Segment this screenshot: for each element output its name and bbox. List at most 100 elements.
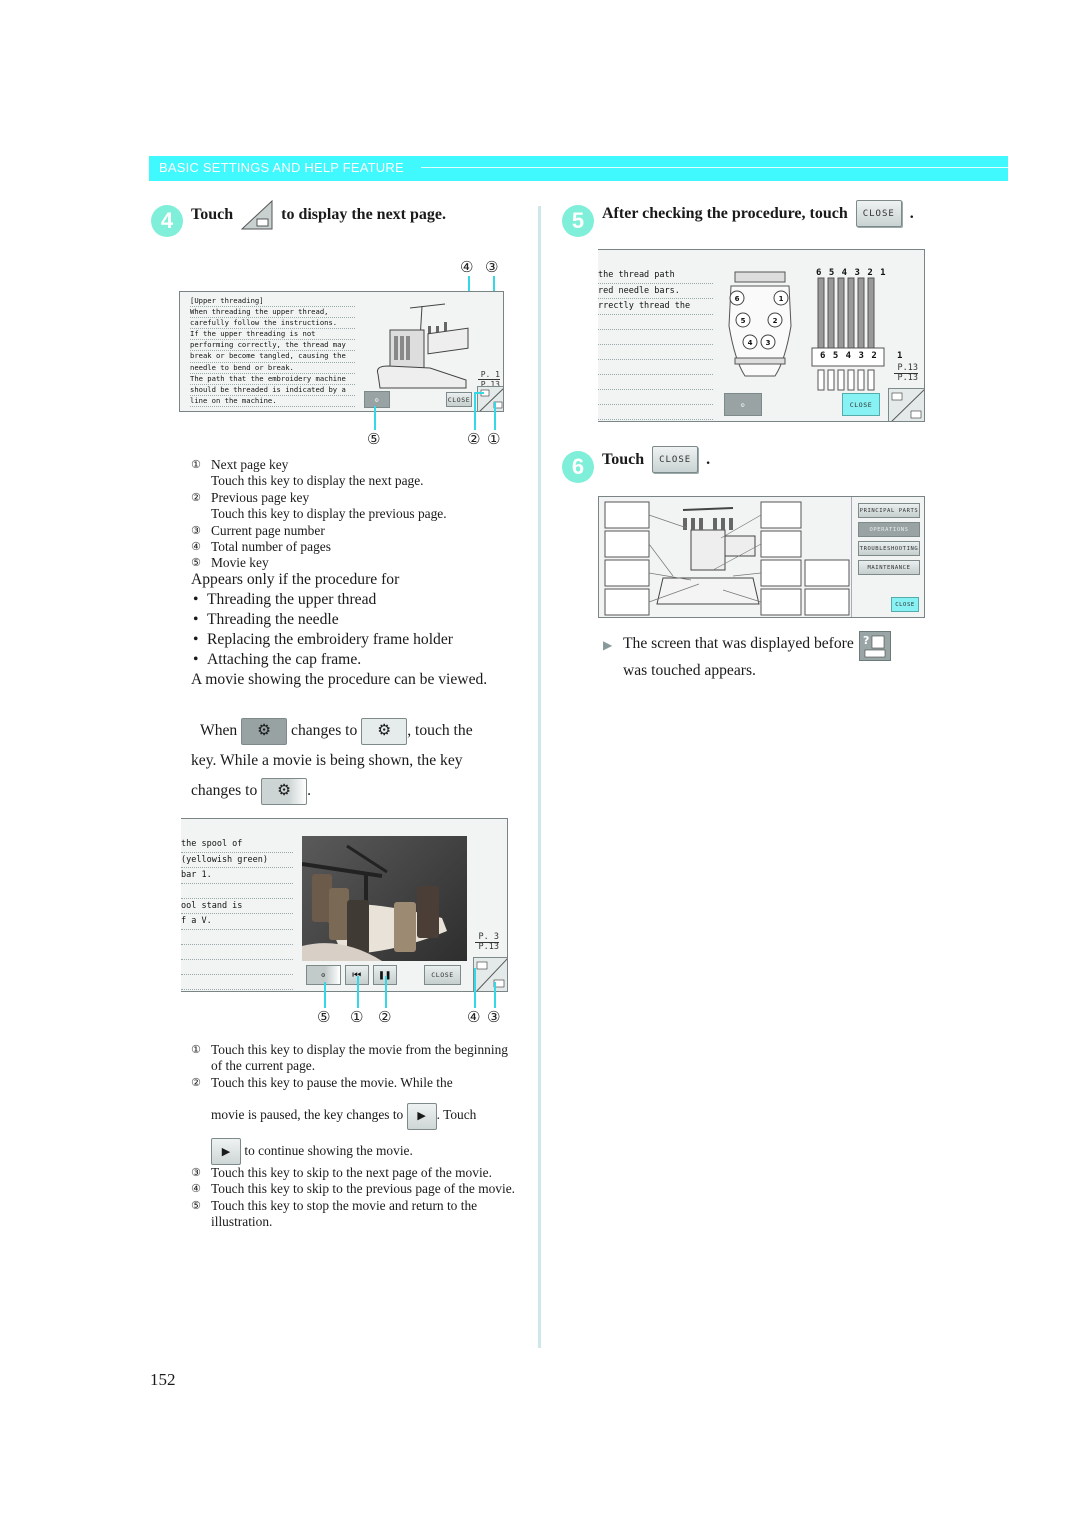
step-6-result: ▶ The screen that was displayed before ?…	[603, 631, 928, 681]
callout-1: ①	[350, 1008, 364, 1026]
help-screen-upper-threading: [Upper threading] When threading the upp…	[179, 291, 504, 412]
legend-text: Touch this key to skip to the next page …	[211, 1165, 492, 1181]
movie-video-frame	[301, 836, 467, 961]
appears-outro: A movie showing the procedure can be vie…	[191, 671, 488, 688]
bullet-item: Threading the needle	[191, 610, 521, 630]
text: .	[307, 782, 312, 799]
movie-legend: ① Touch this key to display the movie fro…	[191, 1042, 521, 1231]
spool-number: 4	[748, 339, 753, 347]
legend-title: Current page number	[211, 522, 325, 538]
spool-number: 3	[766, 339, 771, 347]
menu-principal-parts[interactable]: PRINCIPAL PARTS	[858, 503, 920, 518]
help-text: the spool of (yellowish green) bar 1. oo…	[181, 837, 293, 990]
legend-text: Touch this key to stop the movie and ret…	[211, 1197, 478, 1230]
menu-divider	[851, 497, 852, 617]
legend-title: Total number of pages	[211, 539, 331, 555]
text: , touch the	[407, 722, 473, 739]
text-line: (yellowish green)	[181, 853, 293, 868]
step-badge: 5	[562, 205, 594, 237]
total-pages: P.13	[478, 942, 499, 952]
needle-numbers: 6 5 4 3 2 1	[816, 268, 887, 278]
step-6-heading: 6 Touch CLOSE.	[562, 446, 710, 483]
callout-3: ③	[487, 1008, 501, 1026]
legend-text: Touch this key to pause the movie. While…	[211, 1074, 453, 1090]
movie-playback-screen: the spool of (yellowish green) bar 1. oo…	[181, 818, 508, 992]
total-pages: P.13	[897, 373, 918, 383]
text-line: If the upper threading is not	[190, 329, 355, 341]
arrow-right-icon: ▶	[603, 638, 613, 652]
needle-numbers: 6 5 4 3 2 1	[820, 351, 904, 361]
section-title: BASIC SETTINGS AND HELP FEATURE	[159, 160, 404, 175]
close-button[interactable]: CLOSE	[424, 965, 461, 985]
text-line	[181, 884, 293, 899]
callout-line	[494, 982, 496, 1008]
step-badge: 6	[562, 451, 594, 483]
embroidery-machine-illustration	[377, 303, 469, 389]
callout-1: ①	[487, 430, 501, 448]
callout-2: ②	[467, 430, 481, 448]
close-button[interactable]: CLOSE	[891, 597, 919, 612]
menu-troubleshooting[interactable]: TROUBLESHOOTING	[858, 541, 920, 556]
svg-text:?: ?	[863, 634, 869, 647]
help-key-icon: ?	[858, 631, 891, 661]
close-button[interactable]: CLOSE	[446, 392, 472, 407]
legend-number: ②	[191, 1075, 201, 1089]
page-navigation-key[interactable]	[473, 957, 507, 991]
movie-key-states: When ⚙ changes to ⚙, touch the key. Whil…	[191, 716, 521, 806]
callout-3: ③	[485, 258, 499, 276]
callout-line	[474, 392, 476, 430]
spool-number: 1	[779, 295, 784, 303]
page-indicator: P.13 P.13	[894, 364, 918, 383]
text-line: should be threaded is indicated by a	[190, 385, 355, 396]
callout-line	[494, 402, 496, 430]
callout-line	[324, 982, 326, 1008]
legend-text: . Touch	[436, 1107, 477, 1123]
page-indicator: P. 3 P.13	[475, 933, 499, 952]
spool-number: 2	[773, 317, 778, 325]
legend-number: ⑤	[191, 1198, 201, 1212]
movie-button[interactable]: ⚙	[364, 391, 390, 408]
needle-bar-diagram	[811, 277, 885, 391]
text-line	[181, 960, 293, 975]
spool-number: 5	[741, 317, 746, 325]
legend-text: Touch this key to display the movie from…	[211, 1042, 508, 1074]
section-header: BASIC SETTINGS AND HELP FEATURE	[149, 156, 1008, 181]
spool-number: 6	[735, 295, 740, 303]
current-page-number: P. 1	[478, 370, 500, 380]
text-line: The path that the embroidery machine	[190, 374, 355, 385]
thread-spools-photo	[301, 844, 447, 961]
play-key-icon: ▶	[406, 1102, 437, 1130]
screen-legend: ① Next page key Touch this key to display…	[191, 457, 521, 572]
movie-button[interactable]: ⚙	[724, 393, 762, 416]
legend-desc: Touch this key to display the previous p…	[211, 506, 447, 522]
text-line: performing correctly, the thread may	[190, 340, 355, 352]
menu-maintenance[interactable]: MAINTENANCE	[858, 560, 920, 575]
text-line: needle to bend or break.	[190, 363, 355, 374]
text-line: [Upper threading]	[190, 296, 355, 308]
callout-2: ②	[378, 1008, 392, 1026]
legend-number: ④	[191, 1182, 201, 1196]
legend-title: Next page key	[211, 457, 289, 472]
callout-5: ⑤	[317, 1008, 331, 1026]
bullet-item: Threading the upper thread	[191, 590, 521, 610]
play-key-icon: ▶	[211, 1138, 241, 1166]
result-text: The screen that was displayed before	[623, 635, 854, 652]
help-screen-operations: PRINCIPAL PARTS OPERATIONS TROUBLESHOOTI…	[598, 496, 925, 618]
text-line: f a V.	[181, 914, 293, 930]
page-navigation-key[interactable]	[477, 386, 503, 411]
movie-key-inactive-icon: ⚙	[241, 717, 288, 745]
callout-line	[474, 968, 476, 1008]
step-text: After checking the procedure, touch	[602, 204, 848, 222]
close-key-icon: CLOSE	[855, 200, 902, 227]
close-button[interactable]: CLOSE	[842, 393, 880, 416]
page-navigation-key[interactable]	[888, 388, 924, 421]
help-screen-thread-path: the thread path red needle bars. rrectly…	[598, 249, 925, 422]
legend-number: ①	[191, 458, 201, 471]
text-line	[598, 315, 713, 330]
text: key. While a movie is being shown, the k…	[191, 752, 463, 769]
menu-operations[interactable]: OPERATIONS	[858, 522, 920, 537]
callout-4: ④	[467, 1008, 481, 1026]
legend-number: ②	[191, 490, 201, 504]
text-line	[598, 390, 713, 405]
step-text: to display the next page.	[281, 206, 447, 223]
